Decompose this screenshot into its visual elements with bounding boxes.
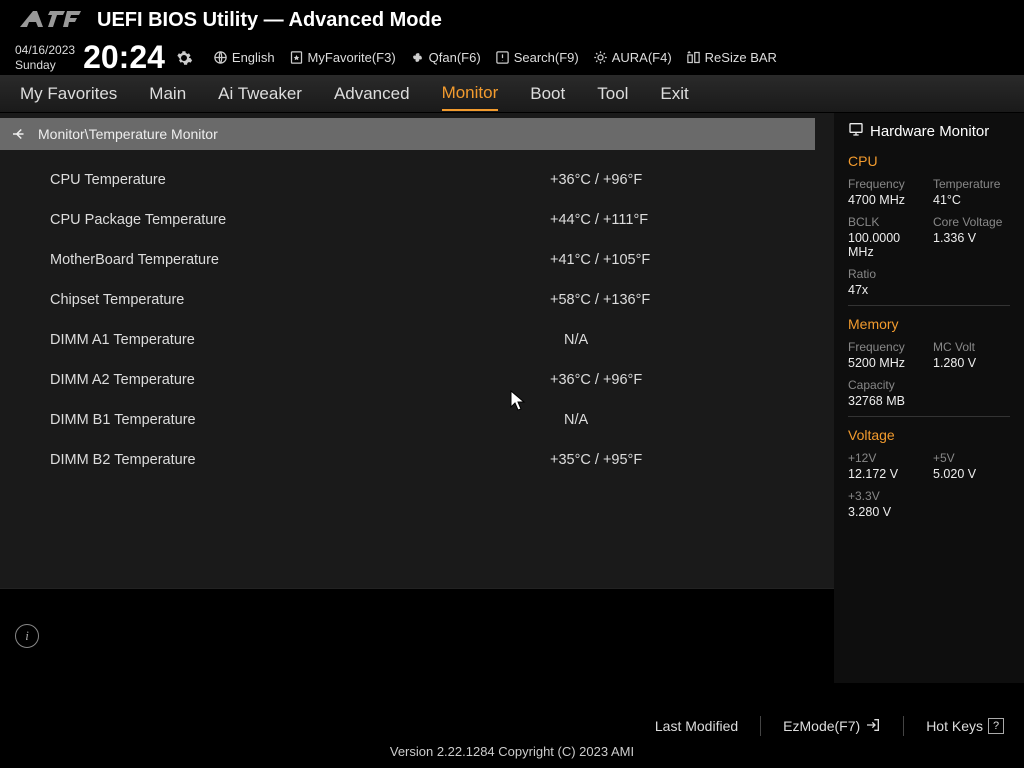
gear-icon[interactable] (175, 49, 193, 67)
breadcrumb: Monitor\Temperature Monitor (0, 118, 815, 150)
info-bar: i (0, 588, 834, 683)
divider (760, 716, 761, 736)
day-text: Sunday (15, 58, 75, 72)
back-arrow-icon[interactable] (10, 125, 28, 143)
tab-monitor[interactable]: Monitor (442, 77, 499, 111)
temp-row[interactable]: CPU Temperature+36°C / +96°F (0, 160, 834, 200)
divider (903, 716, 904, 736)
tab-main[interactable]: Main (149, 78, 186, 110)
search-icon (495, 50, 510, 65)
sb-cpu-heading: CPU (848, 153, 1010, 169)
brand-logo (15, 5, 85, 35)
tab-aitweaker[interactable]: Ai Tweaker (218, 78, 302, 110)
temp-row[interactable]: Chipset Temperature+58°C / +136°F (0, 280, 834, 320)
divider (848, 305, 1010, 306)
divider (848, 416, 1010, 417)
breadcrumb-text: Monitor\Temperature Monitor (38, 126, 218, 142)
tab-tool[interactable]: Tool (597, 78, 628, 110)
date-text: 04/16/2023 (15, 43, 75, 57)
sb-voltage-heading: Voltage (848, 427, 1010, 443)
clock-text: 20:24 (83, 39, 165, 76)
temp-row[interactable]: MotherBoard Temperature+41°C / +105°F (0, 240, 834, 280)
exit-icon (865, 717, 881, 736)
resize-icon (686, 50, 701, 65)
last-modified-button[interactable]: Last Modified (655, 718, 738, 734)
tab-exit[interactable]: Exit (660, 78, 688, 110)
temperature-list: CPU Temperature+36°C / +96°F CPU Package… (0, 150, 834, 490)
footer: Last Modified EzMode(F7) Hot Keys ? Vers… (0, 708, 1024, 768)
main-tabs: My Favorites Main Ai Tweaker Advanced Mo… (0, 75, 1024, 113)
app-title: UEFI BIOS Utility — Advanced Mode (97, 9, 442, 32)
hardware-monitor-sidebar: Hardware Monitor CPU Frequency4700 MHz T… (834, 113, 1024, 683)
sidebar-title: Hardware Monitor (848, 121, 1010, 141)
hotkeys-button[interactable]: Hot Keys ? (926, 718, 1004, 734)
temp-row[interactable]: DIMM B1 TemperatureN/A (0, 400, 834, 440)
tool-search[interactable]: Search(F9) (495, 50, 579, 65)
info-icon[interactable]: i (15, 624, 39, 648)
monitor-icon (848, 121, 864, 141)
version-text: Version 2.22.1284 Copyright (C) 2023 AMI (0, 744, 1024, 765)
tool-myfavorite[interactable]: MyFavorite(F3) (289, 50, 396, 65)
tab-myfavorites[interactable]: My Favorites (20, 78, 117, 110)
header: UEFI BIOS Utility — Advanced Mode 04/16/… (0, 0, 1024, 75)
tab-boot[interactable]: Boot (530, 78, 565, 110)
fan-icon (410, 50, 425, 65)
question-icon: ? (988, 718, 1004, 734)
sb-memory-heading: Memory (848, 316, 1010, 332)
tool-resizebar[interactable]: ReSize BAR (686, 50, 777, 65)
tool-qfan[interactable]: Qfan(F6) (410, 50, 481, 65)
temp-row[interactable]: CPU Package Temperature+44°C / +111°F (0, 200, 834, 240)
ezmode-button[interactable]: EzMode(F7) (783, 717, 881, 736)
globe-icon (213, 50, 228, 65)
temp-row[interactable]: DIMM B2 Temperature+35°C / +95°F (0, 440, 834, 480)
header-toolbar: English MyFavorite(F3) Qfan(F6) Search(F… (213, 50, 777, 65)
temp-row[interactable]: DIMM A1 TemperatureN/A (0, 320, 834, 360)
content-pane: Monitor\Temperature Monitor CPU Temperat… (0, 113, 834, 683)
datetime-block: 04/16/2023 Sunday 20:24 (15, 39, 193, 76)
temp-row[interactable]: DIMM A2 Temperature+36°C / +96°F (0, 360, 834, 400)
tab-advanced[interactable]: Advanced (334, 78, 410, 110)
tool-aura[interactable]: AURA(F4) (593, 50, 672, 65)
star-doc-icon (289, 50, 304, 65)
tool-language[interactable]: English (213, 50, 275, 65)
aura-icon (593, 50, 608, 65)
